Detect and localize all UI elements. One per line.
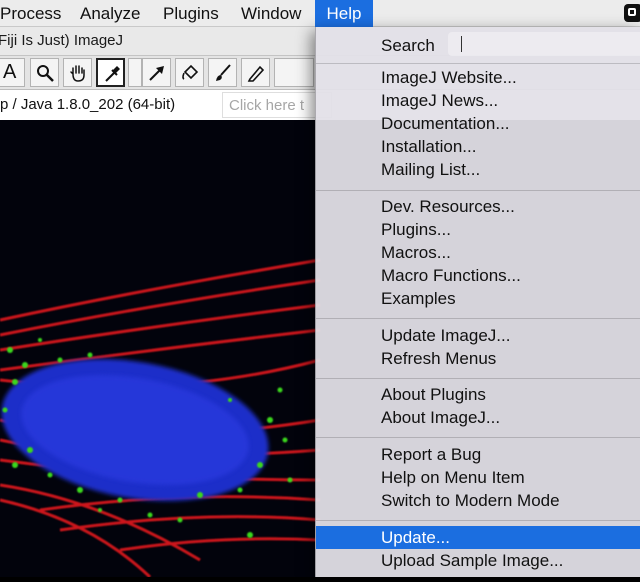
command-search-placeholder: Click here t: [229, 97, 305, 114]
eyedropper-icon: [105, 66, 120, 82]
arrow-icon: [149, 66, 164, 81]
menu-window[interactable]: Window: [241, 0, 301, 27]
menu-item-refresh-menus[interactable]: Refresh Menus: [316, 347, 640, 370]
magnifying-glass-icon: [37, 65, 54, 82]
blank-tool-slot: [128, 58, 142, 87]
blank-tool-slot: [274, 58, 314, 87]
menu-item-about-imagej[interactable]: About ImageJ...: [316, 406, 640, 429]
menu-item-update[interactable]: Update...: [316, 526, 640, 549]
menu-separator: [316, 378, 640, 379]
help-search-input[interactable]: [448, 32, 640, 56]
menu-analyze[interactable]: Analyze: [80, 0, 140, 27]
menu-separator: [316, 190, 640, 191]
menu-item-upload-sample-image[interactable]: Upload Sample Image...: [316, 549, 640, 572]
menu-item-help-on-menu-item[interactable]: Help on Menu Item: [316, 466, 640, 489]
color-picker-tool-button[interactable]: [96, 58, 125, 87]
window-control-icon[interactable]: [624, 4, 640, 22]
menu-item-mailing-list[interactable]: Mailing List...: [316, 158, 640, 181]
text-tool-button[interactable]: A: [0, 58, 25, 87]
menu-process[interactable]: Process: [0, 0, 68, 27]
menu-item-imagej-website[interactable]: ImageJ Website...: [316, 66, 640, 89]
help-menu-dropdown: Search ImageJ Website... ImageJ News... …: [315, 27, 640, 577]
menu-separator: [316, 520, 640, 521]
magnifying-glass-tool-button[interactable]: [30, 58, 59, 87]
menu-help[interactable]: Help: [315, 0, 373, 27]
scrolling-hand-tool-button[interactable]: [63, 58, 92, 87]
hand-icon: [70, 65, 85, 82]
paint-bucket-icon: [182, 64, 199, 80]
menu-item-plugins[interactable]: Plugins...: [316, 218, 640, 241]
window-title: Fiji Is Just) ImageJ: [0, 32, 124, 49]
menu-item-switch-to-modern-mode[interactable]: Switch to Modern Mode: [316, 489, 640, 512]
paintbrush-icon: [216, 64, 231, 81]
help-search-label: Search: [381, 36, 435, 55]
menu-item-about-plugins[interactable]: About Plugins: [316, 383, 640, 406]
menu-item-installation[interactable]: Installation...: [316, 135, 640, 158]
menu-bar: Process Analyze Plugins Window Help: [0, 0, 640, 27]
pencil-tool-button[interactable]: [241, 58, 270, 87]
paintbrush-tool-button[interactable]: [208, 58, 237, 87]
arrow-tool-button[interactable]: [142, 58, 171, 87]
menu-separator: [316, 318, 640, 319]
menu-item-dev-resources[interactable]: Dev. Resources...: [316, 195, 640, 218]
status-text: p / Java 1.8.0_202 (64-bit): [0, 96, 176, 113]
menu-plugins[interactable]: Plugins: [163, 0, 219, 27]
text-tool-icon: A: [3, 61, 17, 83]
pencil-icon: [247, 65, 265, 82]
menu-separator: [316, 437, 640, 438]
menu-item-report-a-bug[interactable]: Report a Bug: [316, 443, 640, 466]
flood-fill-tool-button[interactable]: [175, 58, 204, 87]
menu-item-macro-functions[interactable]: Macro Functions...: [316, 264, 640, 287]
menu-separator: [316, 63, 640, 64]
menu-item-update-imagej[interactable]: Update ImageJ...: [316, 324, 640, 347]
menu-item-imagej-news[interactable]: ImageJ News...: [316, 89, 640, 112]
menu-item-macros[interactable]: Macros...: [316, 241, 640, 264]
menu-item-documentation[interactable]: Documentation...: [316, 112, 640, 135]
menu-item-examples[interactable]: Examples: [316, 287, 640, 310]
